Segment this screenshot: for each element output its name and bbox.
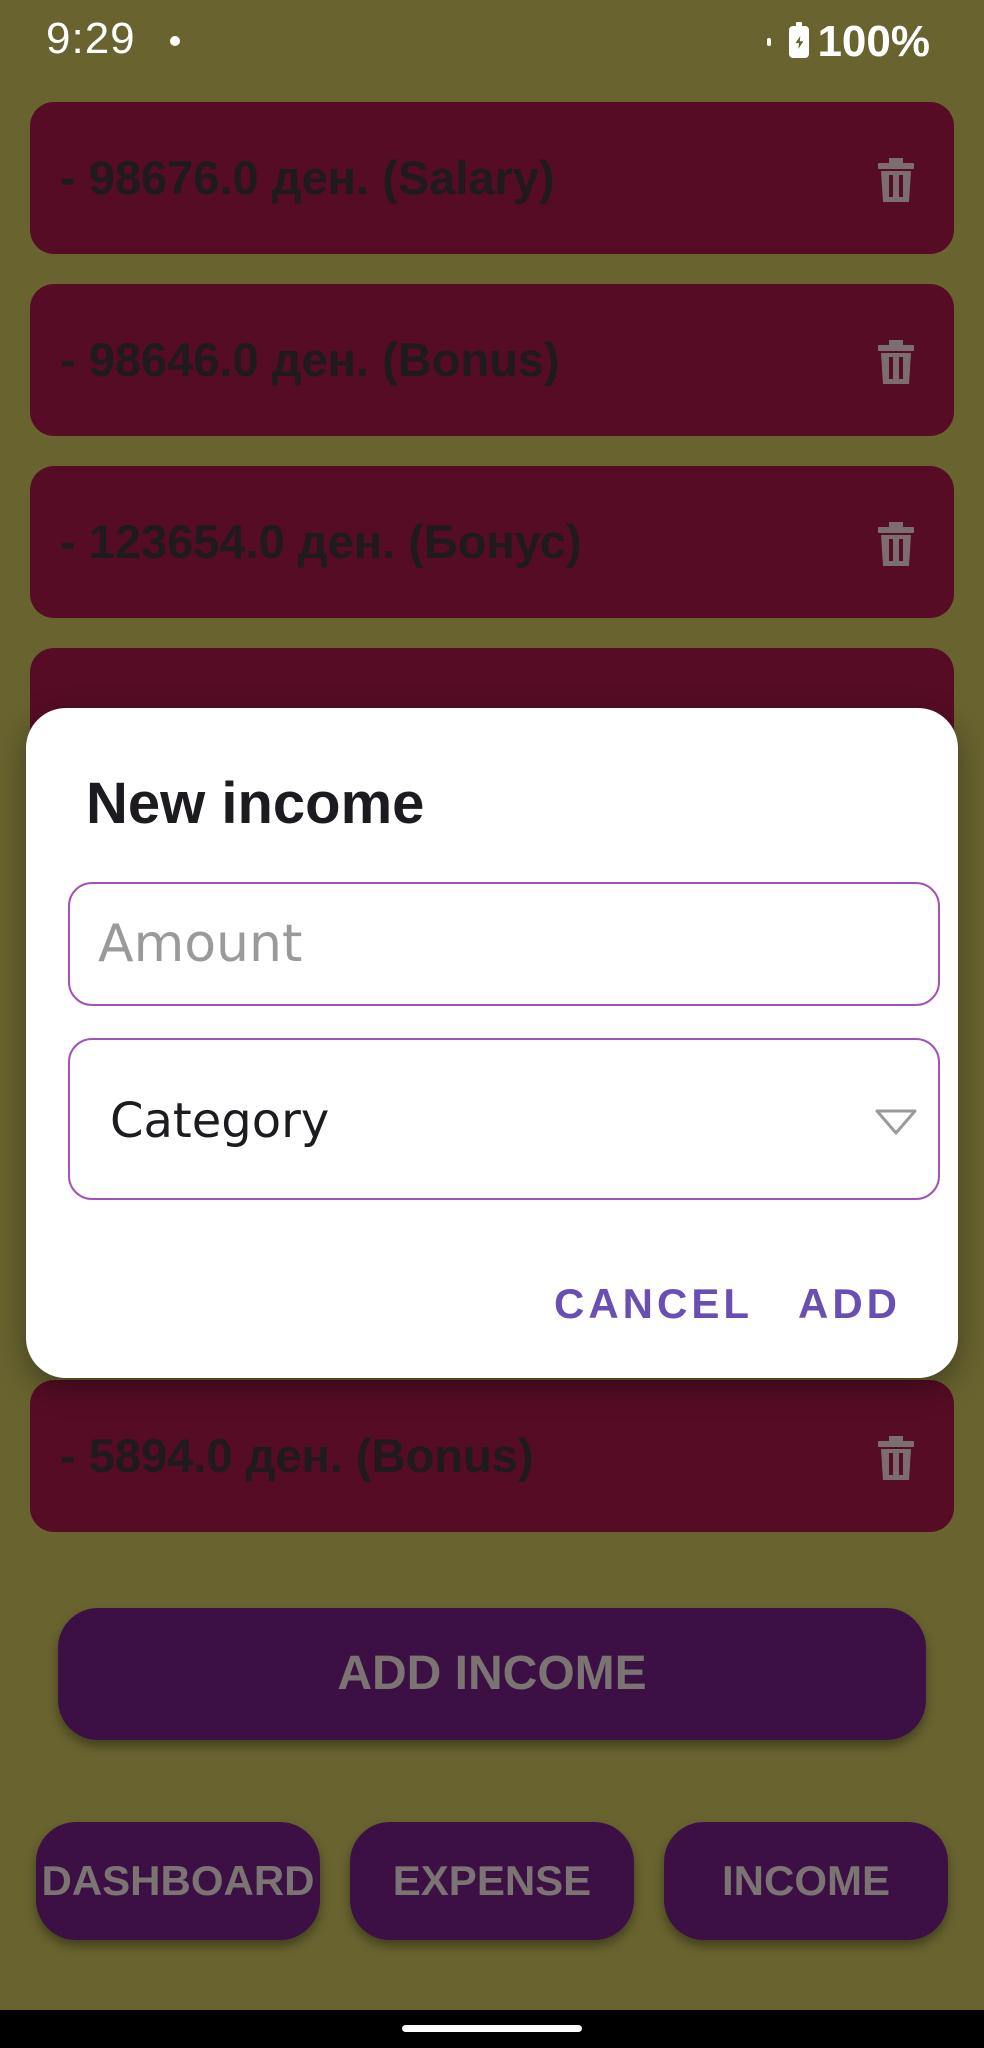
battery-percent: 100% — [817, 17, 930, 66]
dialog-title: New income — [86, 771, 425, 836]
add-button[interactable]: ADD — [798, 1280, 901, 1328]
dropdown-triangle-icon — [875, 1109, 917, 1135]
battery-charging-icon — [789, 22, 810, 58]
list-item[interactable]: - 98676.0 ден. (Salary) — [30, 102, 954, 254]
expense-nav-button[interactable]: EXPENSE — [350, 1822, 634, 1940]
category-select[interactable]: Category — [68, 1038, 940, 1200]
signal-icon — [767, 38, 772, 46]
trash-icon[interactable] — [876, 340, 916, 384]
category-selected-value: Category — [110, 1093, 330, 1149]
trash-icon[interactable] — [876, 158, 916, 202]
list-item[interactable]: - 98646.0 ден. (Bonus) — [30, 284, 954, 436]
add-income-button[interactable]: ADD INCOME — [58, 1608, 926, 1740]
dashboard-nav-button[interactable]: DASHBOARD — [36, 1822, 320, 1940]
amount-input[interactable] — [68, 882, 940, 1006]
system-navigation-bar — [0, 2010, 984, 2048]
trash-icon[interactable] — [876, 522, 916, 566]
list-item-label: - 98676.0 ден. (Salary) — [60, 151, 555, 204]
list-item[interactable]: - 123654.0 ден. (Бонус) — [30, 466, 954, 618]
notification-dot-icon — [170, 36, 180, 46]
status-time: 9:29 — [46, 14, 136, 63]
home-gesture-handle[interactable] — [402, 2025, 582, 2032]
list-item-label: - 5894.0 ден. (Bonus) — [60, 1429, 534, 1482]
new-income-dialog: New income Category CANCEL ADD — [26, 708, 958, 1378]
status-right: 100% — [767, 14, 930, 70]
cancel-button[interactable]: CANCEL — [554, 1280, 753, 1328]
trash-icon[interactable] — [876, 1436, 916, 1480]
list-item-label: - 123654.0 ден. (Бонус) — [60, 515, 582, 568]
list-item[interactable]: - 5894.0 ден. (Bonus) — [30, 1380, 954, 1532]
status-bar: 9:29 100% — [0, 0, 984, 90]
list-item-label: - 98646.0 ден. (Bonus) — [60, 333, 560, 386]
income-nav-button[interactable]: INCOME — [664, 1822, 948, 1940]
